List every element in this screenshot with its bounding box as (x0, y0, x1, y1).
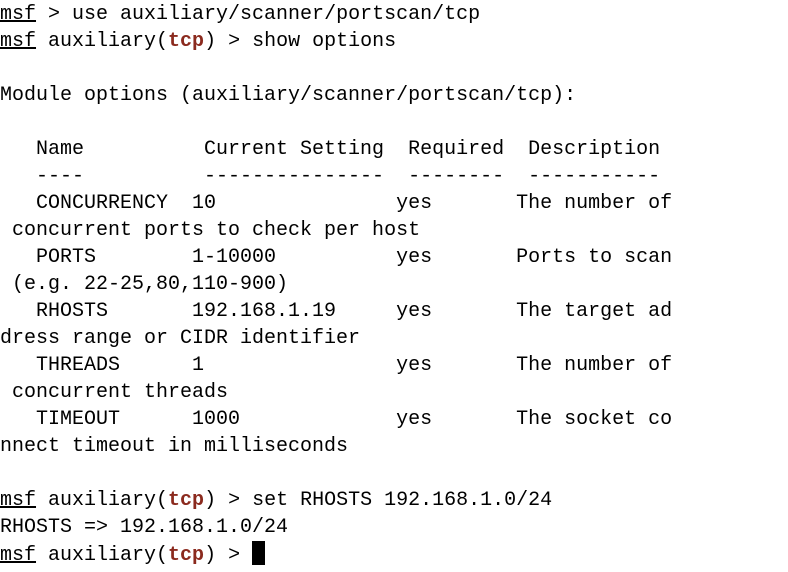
option-row-threads-wrap: concurrent threads (0, 381, 229, 404)
prompt-context-prefix: auxiliary( (36, 30, 169, 53)
option-row-rhosts-wrap: dress range or CIDR identifier (0, 327, 361, 350)
show-options-line: msf auxiliary(tcp) > show options (0, 28, 788, 55)
msf-prompt: msf (0, 489, 37, 512)
prompt-context-prefix: auxiliary( (36, 544, 169, 567)
option-row-concurrency-wrap: concurrent ports to check per host (0, 219, 421, 242)
msf-prompt: msf (0, 3, 37, 26)
option-row-ports: PORTS 1-10000 yes Ports to scan (0, 246, 673, 269)
prompt-context-suffix: ) > (204, 489, 253, 512)
active-prompt-line[interactable]: msf auxiliary(tcp) > (0, 541, 788, 568)
option-row-timeout-wrap: nnect timeout in milliseconds (0, 435, 349, 458)
show-options-text: show options (252, 30, 397, 53)
msf-prompt: msf (0, 30, 37, 53)
options-table-header: Name Current Setting Required Descriptio… (0, 138, 661, 161)
module-options-heading: Module options (auxiliary/scanner/portsc… (0, 84, 577, 107)
options-table-separator: ---- --------------- -------- ----------… (0, 165, 661, 188)
use-command-line: msf > use auxiliary/scanner/portscan/tcp (0, 1, 788, 28)
set-rhosts-result: RHOSTS => 192.168.1.0/24 (0, 516, 289, 539)
prompt-context-prefix: auxiliary( (36, 489, 169, 512)
prompt-context-suffix: ) > (204, 544, 253, 567)
option-row-threads: THREADS 1 yes The number of (0, 354, 673, 377)
terminal-window[interactable]: msf > use auxiliary/scanner/portscan/tcp… (0, 0, 788, 572)
option-row-timeout: TIMEOUT 1000 yes The socket co (0, 408, 673, 431)
option-row-rhosts: RHOSTS 192.168.1.19 yes The target ad (0, 300, 673, 323)
option-row-concurrency: CONCURRENCY 10 yes The number of (0, 192, 673, 215)
module-name: tcp (168, 30, 205, 53)
module-name: tcp (168, 489, 205, 512)
prompt-context-suffix: ) > (204, 30, 253, 53)
use-command-text: > use auxiliary/scanner/portscan/tcp (36, 3, 481, 26)
set-rhosts-line: msf auxiliary(tcp) > set RHOSTS 192.168.… (0, 487, 788, 514)
msf-prompt: msf (0, 544, 37, 567)
option-row-ports-wrap: (e.g. 22-25,80,110-900) (0, 273, 289, 296)
set-rhosts-text: set RHOSTS 192.168.1.0/24 (252, 489, 553, 512)
module-name: tcp (168, 544, 205, 567)
text-cursor[interactable] (252, 541, 266, 565)
